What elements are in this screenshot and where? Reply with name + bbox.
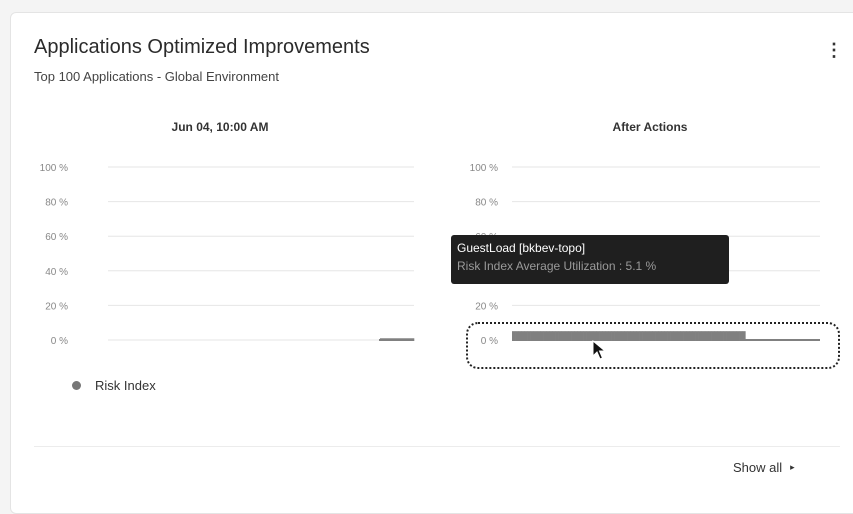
tooltip-detail: Risk Index Average Utilization : 5.1 % [457, 259, 657, 273]
show-all-label: Show all [733, 460, 783, 475]
legend-swatch [72, 381, 81, 390]
y-tick-label: 20 % [475, 301, 498, 312]
tooltip-title: GuestLoad [bkbev-topo] [457, 241, 586, 255]
y-tick-label: 100 % [470, 163, 498, 174]
y-tick-label: 20 % [45, 301, 68, 312]
chart-tooltip: GuestLoad [bkbev-topo] Risk Index Averag… [451, 235, 729, 284]
mouse-pointer-icon [592, 340, 607, 360]
highlight-box [466, 322, 840, 369]
y-tick-label: 100 % [40, 163, 68, 174]
y-tick-label: 80 % [475, 198, 498, 209]
left-chart: 100 % 80 % 60 % 40 % 20 % 0 % [40, 163, 415, 347]
y-tick-label: 60 % [45, 232, 68, 243]
bar[interactable] [380, 338, 415, 341]
chevron-right-icon: ▸ [790, 462, 795, 472]
y-tick-label: 40 % [45, 267, 68, 278]
legend-label: Risk Index [95, 378, 156, 393]
chart-legend: Risk Index [72, 378, 156, 393]
show-all-link[interactable]: Show all ▸ [733, 460, 795, 475]
y-tick-label: 80 % [45, 198, 68, 209]
y-tick-label: 0 % [51, 336, 68, 347]
card-divider [34, 446, 840, 447]
